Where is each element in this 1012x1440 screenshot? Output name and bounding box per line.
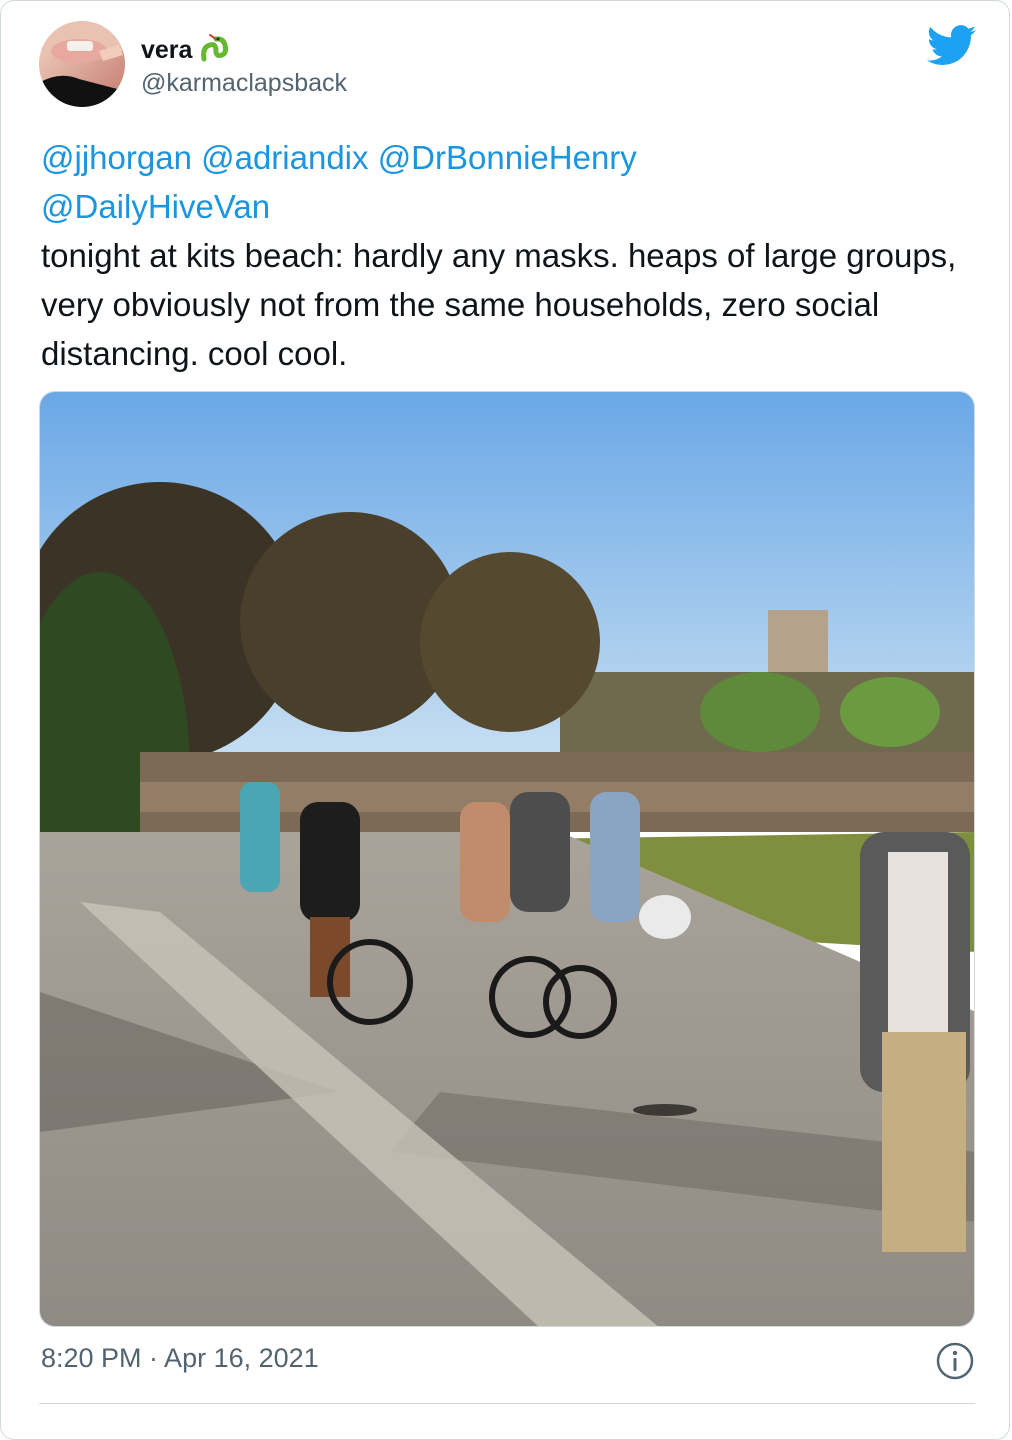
mention-line-1: @jjhorgan @adriandix @DrBonnieHenry: [41, 133, 981, 182]
mention-link[interactable]: @DailyHiveVan: [41, 188, 270, 225]
divider: [39, 1403, 975, 1404]
tweet-card: vera @karmaclapsback @jjhorgan @adriandi…: [0, 0, 1010, 1440]
snake-emoji-icon: [200, 33, 230, 68]
display-name[interactable]: vera: [141, 36, 192, 65]
mention-link[interactable]: @adriandix: [201, 139, 368, 176]
avatar-image: [39, 21, 125, 107]
author-name-row[interactable]: vera: [141, 33, 230, 68]
twitter-bird-icon[interactable]: [927, 25, 977, 67]
info-icon[interactable]: [935, 1341, 975, 1381]
tweet-text: @jjhorgan @adriandix @DrBonnieHenry @Dai…: [41, 133, 981, 378]
mention-line-2: @DailyHiveVan: [41, 182, 981, 231]
avatar[interactable]: [39, 21, 125, 107]
mention-link[interactable]: @DrBonnieHenry: [378, 139, 637, 176]
beach-photo: [40, 392, 974, 1326]
mention-link[interactable]: @jjhorgan: [41, 139, 192, 176]
tweet-body: tonight at kits beach: hardly any masks.…: [41, 237, 957, 372]
tweet-photo[interactable]: [39, 391, 975, 1327]
user-handle[interactable]: @karmaclapsback: [141, 69, 347, 98]
tweet-timestamp[interactable]: 8:20 PM · Apr 16, 2021: [41, 1343, 319, 1374]
